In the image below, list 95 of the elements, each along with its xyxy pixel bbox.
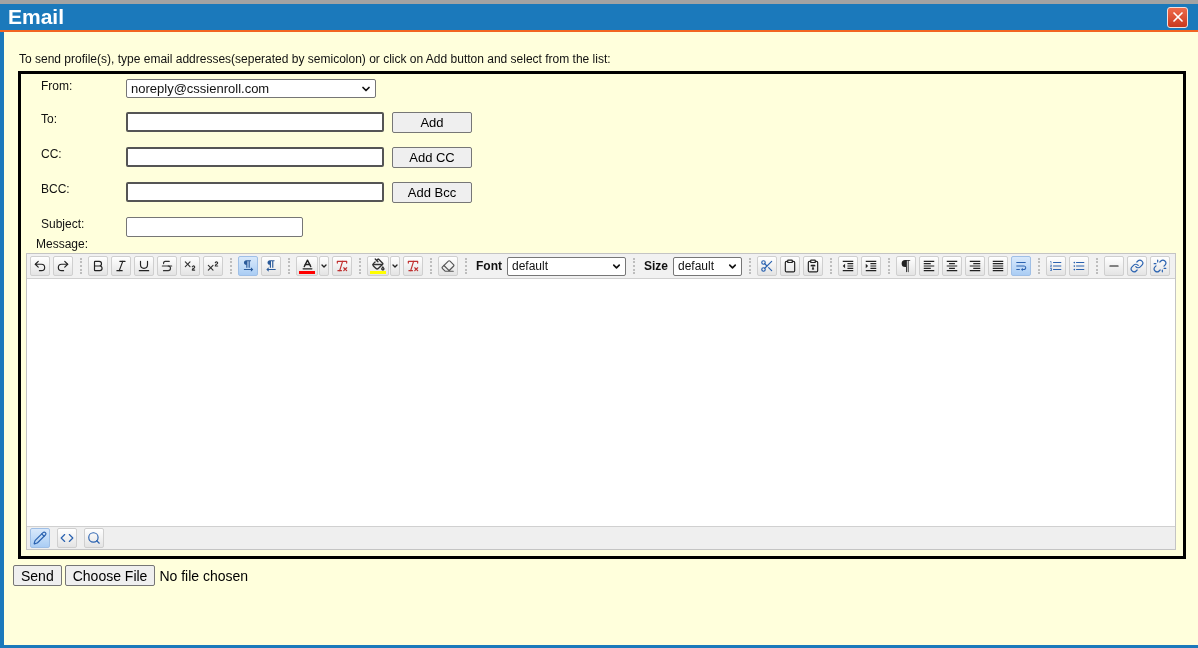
underline-icon [137, 259, 151, 273]
align-justify-icon [991, 259, 1005, 273]
strikethrough-icon [160, 259, 174, 273]
choose-file-button[interactable]: Choose File [64, 565, 156, 586]
subscript-button[interactable] [180, 256, 200, 276]
italic-button[interactable] [111, 256, 131, 276]
bold-icon [91, 259, 105, 273]
eraser-button[interactable] [438, 256, 458, 276]
scissors-button[interactable] [757, 256, 777, 276]
highlight-color-button[interactable] [367, 256, 389, 276]
remove-highlight-button[interactable] [403, 256, 423, 276]
caret-icon [391, 262, 399, 270]
search-mode-button[interactable] [84, 528, 104, 548]
pencil-icon [33, 531, 47, 545]
strikethrough-button[interactable] [157, 256, 177, 276]
outdent-icon [841, 259, 855, 273]
text-color-icon [299, 258, 315, 274]
unlink-icon [1153, 259, 1167, 273]
address-field[interactable] [126, 112, 384, 132]
from-label: From: [41, 79, 74, 93]
search-icon [87, 531, 101, 545]
align-left-button[interactable] [919, 256, 939, 276]
numbered-list-icon [1049, 259, 1063, 273]
select-label: Size [644, 259, 668, 273]
align-center-button[interactable] [942, 256, 962, 276]
indent-icon [864, 259, 878, 273]
bold-button[interactable] [88, 256, 108, 276]
recipient-label: CC: [41, 147, 63, 161]
indent-button[interactable] [861, 256, 881, 276]
window-title: Email [8, 5, 65, 29]
clipboard-button[interactable] [780, 256, 800, 276]
add-button[interactable]: Add CC [392, 147, 472, 168]
underline-button[interactable] [134, 256, 154, 276]
paragraph-icon [899, 259, 913, 273]
send-button[interactable]: Send [13, 565, 62, 586]
text-color-button[interactable] [296, 256, 318, 276]
select-label: Font [476, 259, 502, 273]
eraser-icon [441, 259, 455, 273]
address-field[interactable] [126, 147, 384, 167]
clipboard-text-icon [806, 259, 820, 273]
outdent-button[interactable] [838, 256, 858, 276]
code-icon [60, 531, 74, 545]
redo-button[interactable] [53, 256, 73, 276]
from-select[interactable]: noreply@cssienroll.com [126, 79, 376, 98]
italic-icon [114, 259, 128, 273]
unlink-button[interactable] [1150, 256, 1170, 276]
caret-icon [320, 262, 328, 270]
undo-button[interactable] [30, 256, 50, 276]
subject-label: Subject: [41, 217, 86, 231]
redo-icon [56, 259, 70, 273]
text-direction-rtl-button[interactable] [261, 256, 281, 276]
numbered-list-button[interactable] [1046, 256, 1066, 276]
text-direction-rtl-icon [264, 259, 278, 273]
highlight-color-icon [370, 258, 386, 274]
dropdown-select[interactable]: default [673, 256, 742, 276]
link-button[interactable] [1127, 256, 1147, 276]
horizontal-line-button[interactable] [1104, 256, 1124, 276]
superscript-icon [206, 259, 220, 273]
text-direction-ltr-button[interactable] [238, 256, 258, 276]
add-button[interactable]: Add [392, 112, 472, 133]
recipient-label: BCC: [41, 182, 71, 196]
address-field[interactable] [126, 182, 384, 202]
code-mode-button[interactable] [57, 528, 77, 548]
clipboard-text-button[interactable] [803, 256, 823, 276]
pencil-mode-button[interactable] [30, 528, 50, 548]
align-right-icon [968, 259, 982, 273]
color-dropdown-button[interactable] [319, 256, 329, 276]
add-button[interactable]: Add Bcc [392, 182, 472, 203]
file-status-text: No file chosen [159, 567, 249, 584]
scissors-icon [760, 259, 774, 273]
align-justify-button[interactable] [988, 256, 1008, 276]
align-center-icon [945, 259, 959, 273]
close-button[interactable] [1167, 6, 1188, 28]
bulleted-list-icon [1072, 259, 1086, 273]
subject-field[interactable] [126, 217, 303, 237]
recipient-label: To: [41, 112, 58, 126]
undo-icon [33, 259, 47, 273]
align-right-button[interactable] [965, 256, 985, 276]
bulleted-list-button[interactable] [1069, 256, 1089, 276]
clipboard-icon [783, 259, 797, 273]
align-left-icon [922, 259, 936, 273]
remove-text-color-icon [335, 259, 349, 273]
instructions-text: To send profile(s), type email addresses(seperated by semicolon) or click on Add button and select from the list: [19, 52, 612, 66]
link-icon [1130, 259, 1144, 273]
dropdown-select[interactable]: default [507, 256, 626, 276]
remove-highlight-icon [406, 259, 420, 273]
remove-text-color-button[interactable] [332, 256, 352, 276]
wrap-lines-button[interactable] [1011, 256, 1031, 276]
message-label: Message: [36, 237, 89, 251]
subscript-icon [183, 259, 197, 273]
text-direction-ltr-icon [241, 259, 255, 273]
paragraph-button[interactable] [896, 256, 916, 276]
wrap-lines-icon [1014, 259, 1028, 273]
superscript-button[interactable] [203, 256, 223, 276]
color-dropdown-button[interactable] [390, 256, 400, 276]
